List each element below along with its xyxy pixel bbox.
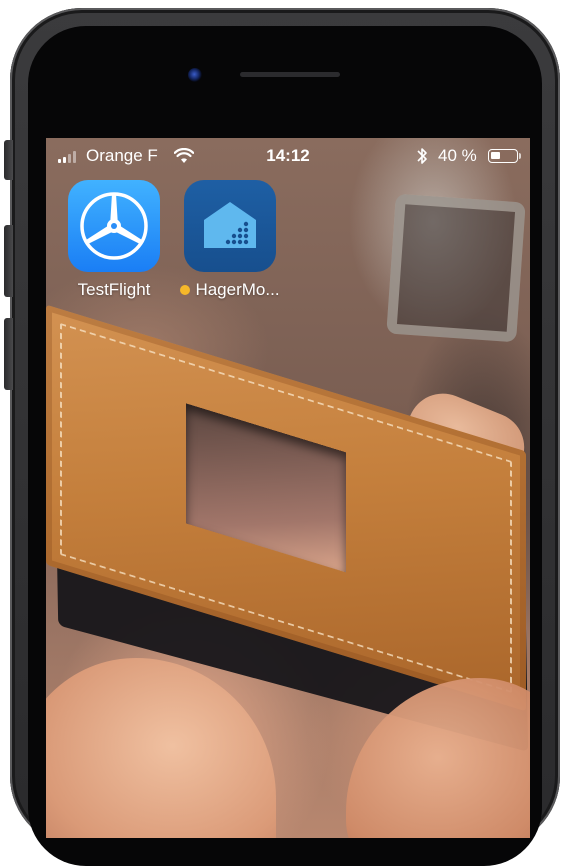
app-hager[interactable]: HagerMo... <box>180 180 280 300</box>
home-screen: Orange F 14:12 40 % TestFlight HagerMo..… <box>46 138 530 838</box>
status-bar: Orange F 14:12 40 % <box>46 138 530 174</box>
battery-percentage: 40 % <box>438 146 477 165</box>
wallpaper-plate-opening <box>186 403 346 573</box>
battery-icon <box>488 149 518 163</box>
front-camera <box>188 68 202 82</box>
volume-up-button <box>4 225 13 297</box>
earpiece-speaker <box>240 72 340 77</box>
mute-switch <box>4 140 13 180</box>
testflight-icon[interactable] <box>68 180 160 272</box>
app-testflight[interactable]: TestFlight <box>64 180 164 300</box>
bluetooth-icon <box>417 148 427 164</box>
testflight-label: TestFlight <box>64 280 164 300</box>
hager-label: HagerMo... <box>180 280 280 300</box>
app-label-text: TestFlight <box>77 280 151 299</box>
hager-icon[interactable] <box>184 180 276 272</box>
new-app-dot-icon <box>180 285 191 295</box>
volume-down-button <box>4 318 13 390</box>
battery-level-fill <box>491 152 500 159</box>
wallpaper-left-hand <box>46 658 276 838</box>
app-label-text: HagerMo... <box>195 280 280 299</box>
wallpaper-background-object <box>386 193 526 343</box>
